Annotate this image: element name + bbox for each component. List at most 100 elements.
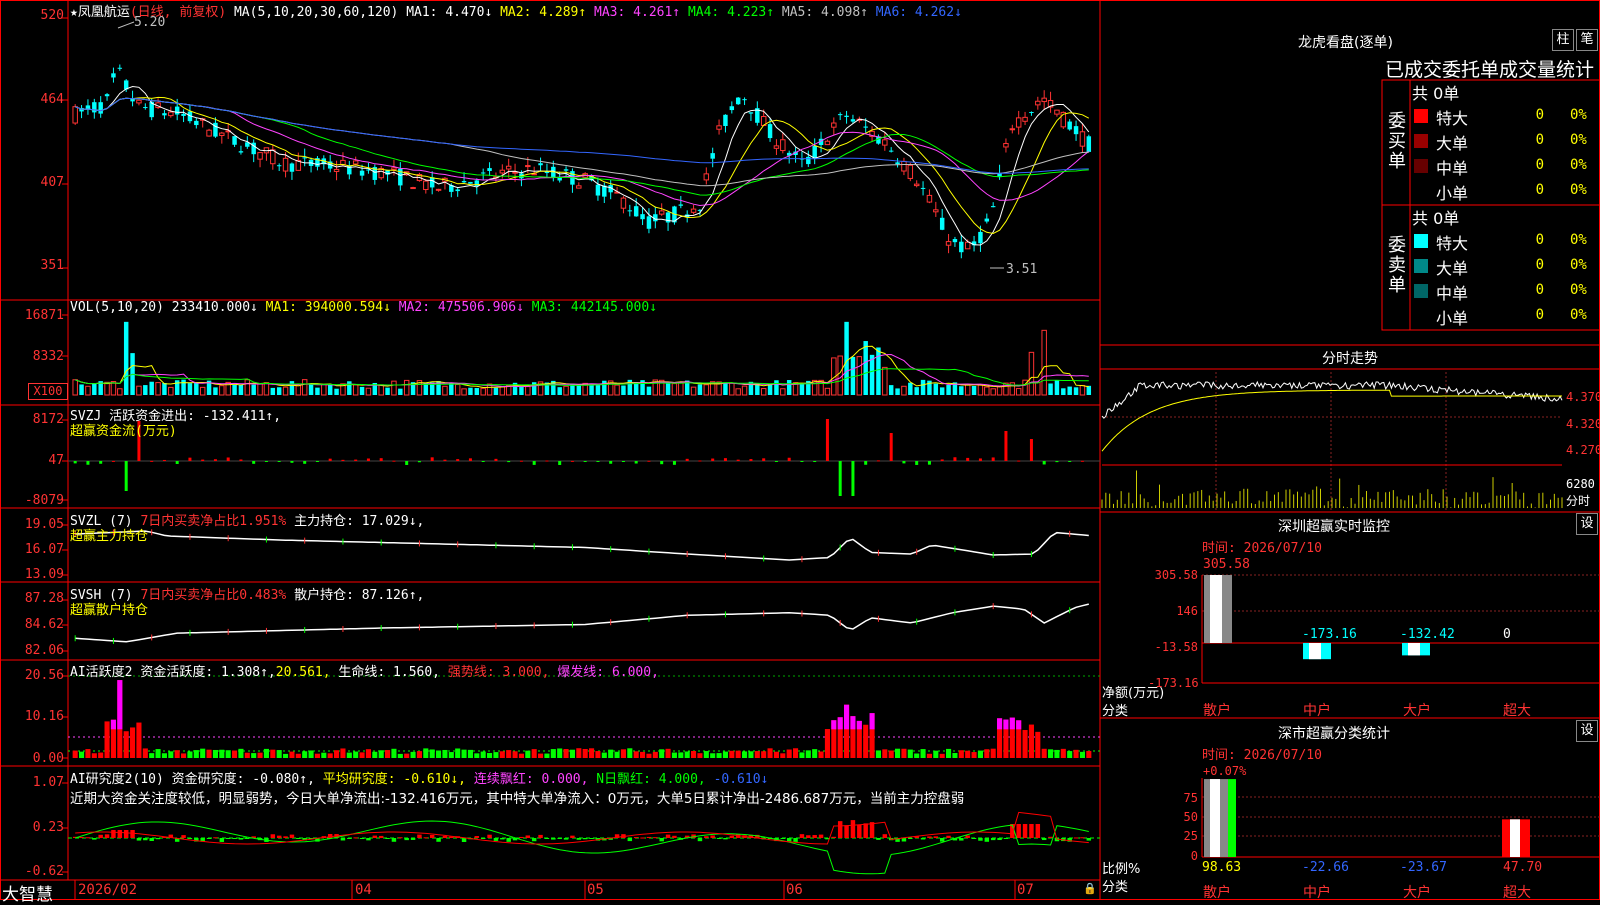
ai1-bar-154: [1054, 749, 1060, 758]
sz-monitor-bar-1: [1303, 643, 1331, 660]
ai1-bar-75: [550, 749, 556, 758]
ai1-bar-155: [1060, 748, 1066, 758]
ai1-bar-38: [314, 753, 320, 758]
svsh-line: [75, 603, 1089, 643]
svzj-bar-68: [507, 461, 511, 463]
candle-body-4: [98, 102, 103, 114]
svzj-bar-36: [303, 461, 307, 464]
candle-body-104: [735, 97, 741, 105]
ai2-bar-65: [487, 834, 492, 838]
ai2-bar-159: [1086, 838, 1092, 841]
ai1-bar-150: [1028, 724, 1034, 758]
candle-body-138: [952, 239, 958, 243]
ai2-bar-77: [563, 838, 569, 840]
vol-value: 233410.000↓: [171, 300, 258, 315]
candle-body-102: [723, 114, 728, 127]
ai2-bar-125: [869, 822, 875, 838]
candle-body-159: [1086, 136, 1092, 152]
vol-bar-127: [882, 366, 888, 396]
sell-row-vol-2: 0: [1535, 282, 1544, 298]
candle-body-34: [289, 163, 295, 172]
vol-axis-1: 8332: [32, 349, 64, 364]
sz-class-val-2: -23.67: [1400, 860, 1447, 875]
svzj-bar-152: [1042, 461, 1046, 465]
candle-body-11: [143, 107, 148, 109]
svzj-bar-64: [481, 461, 485, 462]
ai1-bar-56: [429, 749, 435, 758]
svzj-axis-1: 47: [48, 453, 64, 468]
ai1-header: AI活跃度2 资金活跃度: 1.308↑,20.561, 生命线: 1.560,…: [70, 661, 659, 680]
ai1-bar-82: [595, 751, 601, 758]
svzj-bar-48: [379, 458, 383, 461]
svzj-bar-98: [698, 460, 702, 462]
chart-canvas[interactable]: [0, 0, 1600, 900]
ai1-bar-66: [493, 752, 499, 758]
ai1-bar-104: [735, 750, 741, 758]
ai1-bar-94: [671, 752, 677, 758]
ai2-bar-78: [570, 835, 575, 838]
ai2-bar-23: [219, 838, 225, 842]
ai1-bar-115: [805, 750, 811, 758]
ai1-a: 资金活跃度: 1.308↑,: [140, 665, 276, 680]
candle-body-131: [907, 164, 914, 179]
svzj-bar-54: [417, 461, 421, 463]
ai1-bar-35: [295, 753, 301, 758]
ai2-bar-94: [672, 835, 677, 838]
svzj-bar-154: [1055, 461, 1059, 463]
sell-row-vol-1: 0: [1535, 257, 1544, 273]
vol-bar-156: [1067, 386, 1072, 395]
svzj-bar-158: [1080, 460, 1084, 462]
lock-icon[interactable]: 🔒: [1083, 882, 1097, 895]
vol-bar-148: [1015, 388, 1022, 396]
ai1-bar-36: [302, 751, 308, 758]
sz-class-cat-3: 超大: [1503, 885, 1531, 901]
ai2-bar-44: [353, 837, 358, 839]
ai2-bar-67: [500, 838, 505, 840]
vol-bar-64: [480, 387, 486, 396]
vol-bar-61: [461, 388, 467, 396]
svzj-bar-44: [354, 459, 358, 461]
sz-monitor-cat-1: 中户: [1303, 703, 1331, 719]
candle-body-151: [1035, 100, 1041, 106]
tick-mode-button[interactable]: 笔: [1576, 29, 1598, 51]
vol-bar-120: [837, 355, 843, 396]
svzj-bar-86: [621, 461, 625, 462]
ai1-bar-51: [397, 753, 403, 758]
ai1-b: 20.561,: [275, 665, 331, 680]
ai2-header: AI研究度2(10) 资金研究度: -0.080↑, 平均研究度: -0.610…: [70, 768, 768, 787]
vol-ma-1: [75, 345, 1089, 389]
sz-class-settings-button[interactable]: 设: [1576, 720, 1598, 742]
vol-bar-141: [971, 385, 977, 395]
ai1-bar-134: [926, 753, 932, 758]
sz-monitor-cat-0: 散户: [1203, 703, 1231, 719]
ai1-bar-87: [627, 748, 633, 758]
sz-monitor-val-1: -173.16: [1302, 627, 1357, 642]
ai1-bar-14: [161, 753, 167, 758]
vol-bar-95: [678, 382, 684, 396]
vol-bar-137: [946, 384, 951, 395]
ai1-bar-26: [238, 748, 244, 758]
bar-mode-button[interactable]: 柱: [1552, 29, 1574, 51]
candle-body-109: [767, 124, 773, 139]
sz-monitor-settings-button[interactable]: 设: [1576, 513, 1598, 535]
ai2-name: AI研究度2(10): [70, 772, 164, 787]
ai1-bar-135: [933, 750, 939, 758]
vol-bar-43: [347, 381, 352, 395]
ai2-bar-146: [1003, 838, 1009, 839]
vol-unit-badge[interactable]: X100: [28, 383, 68, 400]
vol-bar-98: [697, 384, 703, 395]
candle-body-95: [678, 204, 684, 206]
ai1-bar-54: [416, 751, 422, 758]
svzj-bar-120: [838, 461, 842, 496]
ai1-bar-157: [1073, 749, 1079, 758]
ai2-bar-25: [232, 838, 237, 839]
svzj-bar-2: [86, 461, 90, 465]
ai1-bar-131: [907, 749, 913, 758]
ai1-bar-47: [372, 751, 378, 758]
ai1-top-146: [1003, 719, 1009, 730]
ai1-bar-138: [952, 752, 958, 758]
ai1-bar-128: [888, 750, 894, 758]
ai2-bar-17: [181, 835, 186, 838]
ai2-bar-139: [959, 838, 964, 841]
date-label-3: 06: [786, 882, 803, 898]
